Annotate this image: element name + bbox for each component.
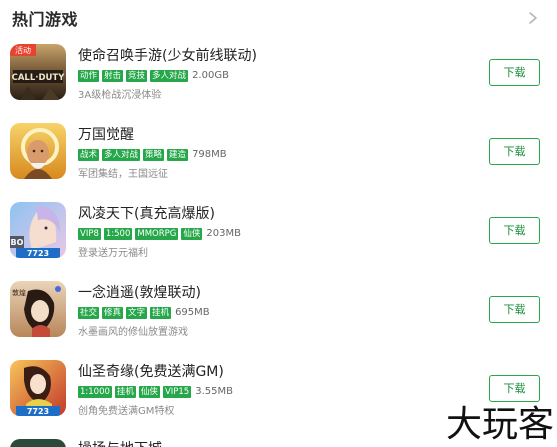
section-header: 热门游戏 (0, 0, 557, 36)
download-button[interactable]: 下载 (489, 217, 540, 244)
game-tag: 动作 (78, 69, 100, 82)
game-tag: VIP8 (78, 227, 101, 240)
game-size: 203MB (206, 228, 241, 239)
game-list-item[interactable]: BO 7723 风凌天下(真充高爆版) VIP8 1:500 MMORPG 仙侠… (0, 202, 557, 281)
icon-logo-text: CALL·DUTY (12, 73, 66, 83)
game-tags: VIP8 1:500 MMORPG 仙侠 203MB (78, 227, 241, 240)
game-tag: VIP15 (162, 385, 192, 398)
game-name[interactable]: 仙圣奇缘(免费送满GM) (78, 361, 224, 381)
game-name[interactable]: 操场与地下城 (78, 438, 162, 447)
game-tag: 挂机 (150, 306, 172, 319)
game-size: 2.00GB (192, 70, 229, 81)
game-tag: 挂机 (114, 385, 136, 398)
game-tag: 多人对战 (150, 69, 189, 82)
chevron-right-icon[interactable] (526, 10, 540, 26)
game-tag: 竞技 (126, 69, 148, 82)
game-name[interactable]: 使命召唤手游(少女前线联动) (78, 45, 257, 65)
icon-corner-text: BO (11, 238, 24, 247)
icon-brand-text: 7723 (27, 407, 49, 416)
rise-of-kingdoms-icon[interactable] (10, 123, 66, 179)
section-title: 热门游戏 (12, 10, 79, 29)
game-tag: 1:500 (103, 227, 133, 240)
game-tags: 动作 射击 竞技 多人对战 2.00GB (78, 69, 229, 82)
download-button[interactable]: 下载 (489, 59, 540, 86)
game-description: 水墨画风的修仙放置游戏 (78, 327, 188, 338)
icon-brand-text: 7723 (27, 249, 49, 258)
game-size: 798MB (192, 149, 227, 160)
game-tag: 仙侠 (181, 227, 203, 240)
game-tag: 修真 (102, 306, 124, 319)
game-tag: 战术 (78, 148, 100, 161)
game-description: 登录送万元福利 (78, 248, 148, 259)
game-name[interactable]: 万国觉醒 (78, 124, 134, 144)
game-name[interactable]: 一念逍遥(敦煌联动) (78, 282, 201, 302)
game-tag: 射击 (102, 69, 124, 82)
icon-caption-text: 敦煌 (12, 288, 26, 297)
game-tag: 社交 (78, 306, 100, 319)
watermark-text: 大玩客 (446, 404, 554, 444)
watermark-logo: 大玩客 (446, 404, 554, 444)
game-name[interactable]: 风凌天下(真充高爆版) (78, 203, 215, 223)
game-tag: 1:1000 (78, 385, 112, 398)
activity-badge: 活动 (15, 45, 31, 55)
game-description: 创角免费送满GM特权 (78, 406, 175, 417)
game-tag: 仙侠 (138, 385, 160, 398)
game-description: 军团集结，王国远征 (78, 169, 168, 180)
game-tag: 策略 (143, 148, 165, 161)
yinian-xiaoyao-icon[interactable]: 敦煌 (10, 281, 66, 337)
game-tag: 建造 (167, 148, 189, 161)
game-size: 3.55MB (195, 386, 233, 397)
download-button[interactable]: 下载 (489, 375, 540, 402)
game-list-item[interactable]: 敦煌 一念逍遥(敦煌联动) 社交 修真 文字 挂机 695MB 水墨画风的修仙放… (0, 281, 557, 360)
game-size: 695MB (175, 307, 210, 318)
game-tag: 文字 (126, 306, 148, 319)
game-list-item[interactable]: 万国觉醒 战术 多人对战 策略 建造 798MB 军团集结，王国远征 下载 (0, 123, 557, 202)
game-tags: 战术 多人对战 策略 建造 798MB (78, 148, 227, 161)
download-button[interactable]: 下载 (489, 138, 540, 165)
game-description: 3A级枪战沉浸体验 (78, 90, 162, 101)
call-of-duty-icon[interactable]: 活动 CALL·DUTY (10, 44, 66, 100)
game-tags: 社交 修真 文字 挂机 695MB (78, 306, 210, 319)
download-button[interactable]: 下载 (489, 296, 540, 323)
game-list-item[interactable]: 活动 CALL·DUTY 使命召唤手游(少女前线联动) 动作 射击 竞技 多人对… (0, 44, 557, 123)
game-tag: 多人对战 (102, 148, 141, 161)
fengling-tianxia-icon[interactable]: BO 7723 (10, 202, 66, 258)
xiansheng-qiyuan-icon[interactable]: 7723 (10, 360, 66, 416)
game-icon-partial[interactable] (10, 439, 66, 447)
game-tags: 1:1000 挂机 仙侠 VIP15 3.55MB (78, 385, 233, 398)
game-tag: MMORPG (135, 227, 179, 240)
